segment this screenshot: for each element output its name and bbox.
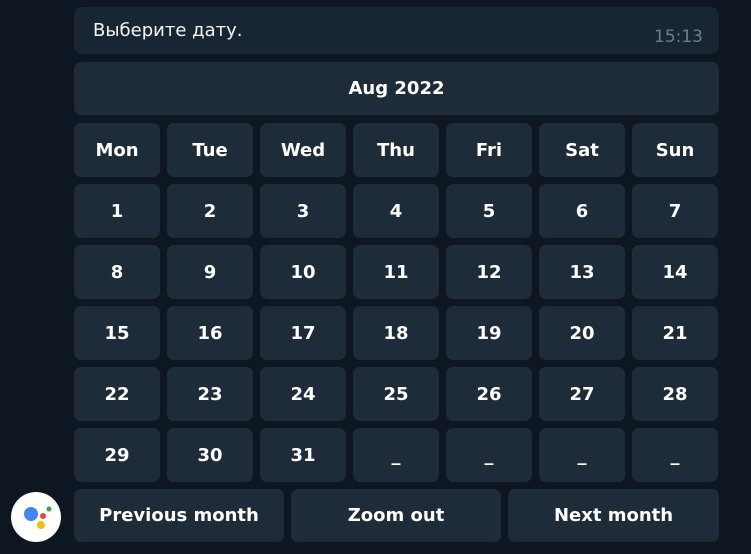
day-button-empty[interactable]: _ — [632, 428, 718, 482]
weekday-thu[interactable]: Thu — [353, 123, 439, 177]
day-button-3[interactable]: 3 — [260, 184, 346, 238]
weekday-sat[interactable]: Sat — [539, 123, 625, 177]
weekday-mon[interactable]: Mon — [74, 123, 160, 177]
day-button-empty[interactable]: _ — [539, 428, 625, 482]
weekday-fri[interactable]: Fri — [446, 123, 532, 177]
day-button-23[interactable]: 23 — [167, 367, 253, 421]
day-button-13[interactable]: 13 — [539, 245, 625, 299]
day-button-22[interactable]: 22 — [74, 367, 160, 421]
day-button-29[interactable]: 29 — [74, 428, 160, 482]
day-button-30[interactable]: 30 — [167, 428, 253, 482]
day-button-11[interactable]: 11 — [353, 245, 439, 299]
day-button-empty[interactable]: _ — [446, 428, 532, 482]
message-bubble: Выберите дату. 15:13 — [74, 7, 719, 54]
day-button-12[interactable]: 12 — [446, 245, 532, 299]
google-assistant-icon — [24, 506, 52, 529]
day-button-4[interactable]: 4 — [353, 184, 439, 238]
day-button-16[interactable]: 16 — [167, 306, 253, 360]
day-button-17[interactable]: 17 — [260, 306, 346, 360]
day-button-5[interactable]: 5 — [446, 184, 532, 238]
day-button-18[interactable]: 18 — [353, 306, 439, 360]
previous-month-button[interactable]: Previous month — [74, 489, 284, 542]
day-button-24[interactable]: 24 — [260, 367, 346, 421]
day-button-2[interactable]: 2 — [167, 184, 253, 238]
day-button-10[interactable]: 10 — [260, 245, 346, 299]
day-button-21[interactable]: 21 — [632, 306, 718, 360]
day-button-28[interactable]: 28 — [632, 367, 718, 421]
next-month-button[interactable]: Next month — [508, 489, 719, 542]
day-button-6[interactable]: 6 — [539, 184, 625, 238]
message-text: Выберите дату. — [93, 20, 243, 41]
day-button-empty[interactable]: _ — [353, 428, 439, 482]
day-button-15[interactable]: 15 — [74, 306, 160, 360]
day-button-25[interactable]: 25 — [353, 367, 439, 421]
month-header-button[interactable]: Aug 2022 — [74, 62, 719, 115]
day-button-14[interactable]: 14 — [632, 245, 718, 299]
weekday-sun[interactable]: Sun — [632, 123, 718, 177]
day-button-7[interactable]: 7 — [632, 184, 718, 238]
weekday-tue[interactable]: Tue — [167, 123, 253, 177]
day-button-20[interactable]: 20 — [539, 306, 625, 360]
day-button-27[interactable]: 27 — [539, 367, 625, 421]
day-button-8[interactable]: 8 — [74, 245, 160, 299]
message-time: 15:13 — [654, 27, 703, 47]
zoom-out-button[interactable]: Zoom out — [291, 489, 501, 542]
day-button-26[interactable]: 26 — [446, 367, 532, 421]
weekday-wed[interactable]: Wed — [260, 123, 346, 177]
day-button-31[interactable]: 31 — [260, 428, 346, 482]
day-button-1[interactable]: 1 — [74, 184, 160, 238]
avatar[interactable] — [11, 492, 61, 542]
day-button-9[interactable]: 9 — [167, 245, 253, 299]
day-button-19[interactable]: 19 — [446, 306, 532, 360]
